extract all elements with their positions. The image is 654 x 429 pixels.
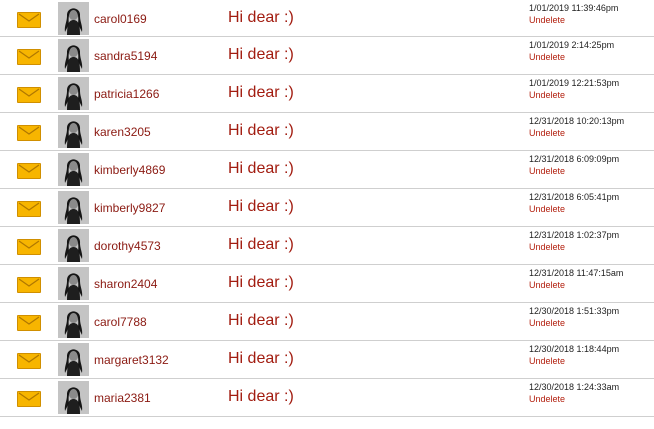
envelope-icon[interactable] [17, 201, 41, 217]
message-row[interactable]: carol0169 Hi dear :) 1/01/2019 11:39:46p… [0, 0, 654, 37]
undelete-link[interactable]: Undelete [529, 356, 565, 367]
username-link[interactable]: carol7788 [94, 315, 147, 329]
envelope-icon[interactable] [17, 87, 41, 103]
avatar[interactable] [58, 305, 89, 338]
undelete-link[interactable]: Undelete [529, 90, 565, 101]
avatar[interactable] [58, 229, 89, 262]
message-subject[interactable]: Hi dear :) [228, 311, 294, 331]
envelope-icon[interactable] [17, 163, 41, 179]
message-row[interactable]: patricia1266 Hi dear :) 1/01/2019 12:21:… [0, 75, 654, 113]
undelete-link[interactable]: Undelete [529, 318, 565, 329]
message-subject[interactable]: Hi dear :) [228, 8, 294, 28]
envelope-icon[interactable] [17, 277, 41, 293]
message-date: 12/31/2018 1:02:37pm [529, 230, 620, 240]
message-date: 1/01/2019 2:14:25pm [529, 40, 615, 50]
avatar[interactable] [58, 39, 89, 72]
avatar[interactable] [58, 2, 89, 35]
undelete-link[interactable]: Undelete [529, 280, 565, 291]
avatar[interactable] [58, 191, 89, 224]
username-link[interactable]: sharon2404 [94, 277, 157, 291]
username-link[interactable]: kimberly9827 [94, 201, 165, 215]
message-subject[interactable]: Hi dear :) [228, 349, 294, 369]
message-row[interactable]: margaret3132 Hi dear :) 12/30/2018 1:18:… [0, 341, 654, 379]
undelete-link[interactable]: Undelete [529, 15, 565, 26]
message-row[interactable]: dorothy4573 Hi dear :) 12/31/2018 1:02:3… [0, 227, 654, 265]
message-list: carol0169 Hi dear :) 1/01/2019 11:39:46p… [0, 0, 654, 417]
avatar[interactable] [58, 77, 89, 110]
message-date: 1/01/2019 12:21:53pm [529, 78, 620, 88]
message-date: 12/30/2018 1:24:33am [529, 382, 620, 392]
message-date: 12/30/2018 1:18:44pm [529, 344, 620, 354]
message-row[interactable]: kimberly4869 Hi dear :) 12/31/2018 6:09:… [0, 151, 654, 189]
undelete-link[interactable]: Undelete [529, 242, 565, 253]
message-date: 1/01/2019 11:39:46pm [529, 3, 619, 13]
message-date: 12/31/2018 6:09:09pm [529, 154, 620, 164]
username-link[interactable]: dorothy4573 [94, 239, 161, 253]
envelope-icon[interactable] [17, 239, 41, 255]
message-subject[interactable]: Hi dear :) [228, 387, 294, 407]
avatar[interactable] [58, 115, 89, 148]
username-link[interactable]: carol0169 [94, 12, 147, 26]
envelope-icon[interactable] [17, 391, 41, 407]
message-row[interactable]: sandra5194 Hi dear :) 1/01/2019 2:14:25p… [0, 37, 654, 75]
message-subject[interactable]: Hi dear :) [228, 121, 294, 141]
message-subject[interactable]: Hi dear :) [228, 273, 294, 293]
avatar[interactable] [58, 267, 89, 300]
message-row[interactable]: maria2381 Hi dear :) 12/30/2018 1:24:33a… [0, 379, 654, 417]
message-subject[interactable]: Hi dear :) [228, 197, 294, 217]
message-subject[interactable]: Hi dear :) [228, 235, 294, 255]
username-link[interactable]: patricia1266 [94, 87, 159, 101]
message-date: 12/30/2018 1:51:33pm [529, 306, 620, 316]
username-link[interactable]: karen3205 [94, 125, 151, 139]
message-row[interactable]: sharon2404 Hi dear :) 12/31/2018 11:47:1… [0, 265, 654, 303]
message-row[interactable]: kimberly9827 Hi dear :) 12/31/2018 6:05:… [0, 189, 654, 227]
envelope-icon[interactable] [17, 315, 41, 331]
username-link[interactable]: sandra5194 [94, 49, 157, 63]
envelope-icon[interactable] [17, 12, 41, 28]
message-subject[interactable]: Hi dear :) [228, 45, 294, 65]
username-link[interactable]: margaret3132 [94, 353, 169, 367]
envelope-icon[interactable] [17, 49, 41, 65]
message-date: 12/31/2018 10:20:13pm [529, 116, 625, 126]
avatar[interactable] [58, 343, 89, 376]
envelope-icon[interactable] [17, 125, 41, 141]
username-link[interactable]: maria2381 [94, 391, 151, 405]
message-date: 12/31/2018 11:47:15am [529, 268, 624, 278]
message-subject[interactable]: Hi dear :) [228, 159, 294, 179]
avatar[interactable] [58, 153, 89, 186]
undelete-link[interactable]: Undelete [529, 128, 565, 139]
message-row[interactable]: carol7788 Hi dear :) 12/30/2018 1:51:33p… [0, 303, 654, 341]
undelete-link[interactable]: Undelete [529, 394, 565, 405]
username-link[interactable]: kimberly4869 [94, 163, 165, 177]
undelete-link[interactable]: Undelete [529, 204, 565, 215]
undelete-link[interactable]: Undelete [529, 52, 565, 63]
message-date: 12/31/2018 6:05:41pm [529, 192, 620, 202]
avatar[interactable] [58, 381, 89, 414]
envelope-icon[interactable] [17, 353, 41, 369]
undelete-link[interactable]: Undelete [529, 166, 565, 177]
message-row[interactable]: karen3205 Hi dear :) 12/31/2018 10:20:13… [0, 113, 654, 151]
message-subject[interactable]: Hi dear :) [228, 83, 294, 103]
